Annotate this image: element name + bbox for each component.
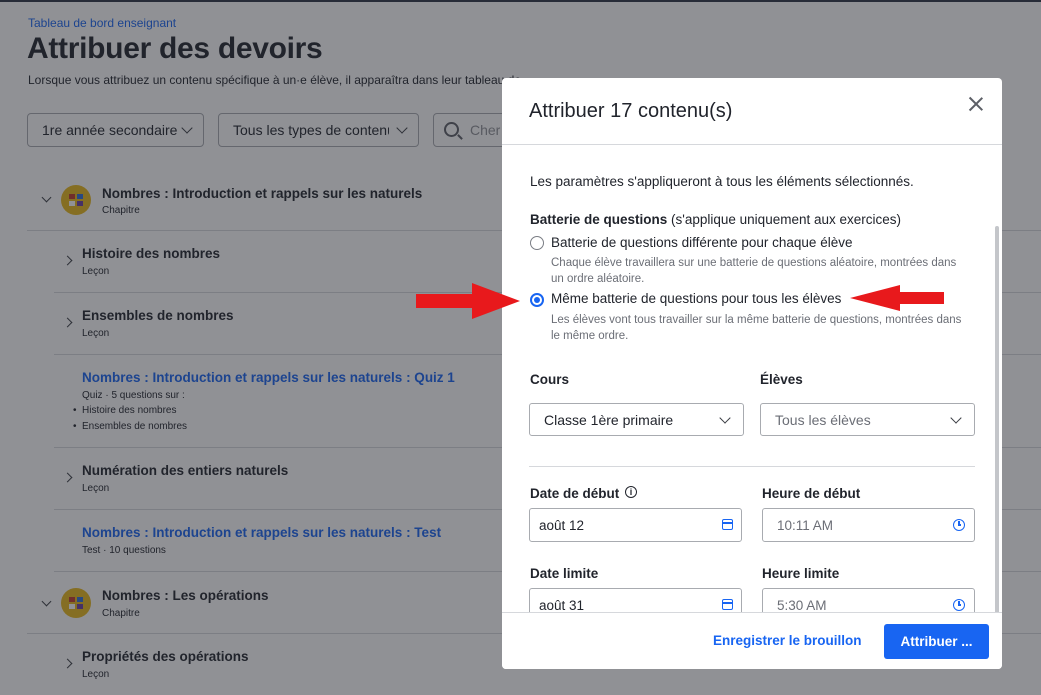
- start-time-label: Heure de début: [762, 486, 861, 501]
- clock-icon[interactable]: [953, 599, 965, 611]
- close-icon[interactable]: [966, 94, 986, 114]
- assign-button[interactable]: Attribuer ...: [884, 624, 989, 659]
- due-date-input[interactable]: août 31: [529, 588, 742, 612]
- question-bank-label: Batterie de questions: [530, 212, 668, 227]
- modal-header: Attribuer 17 contenu(s): [502, 78, 1002, 145]
- question-bank-heading: Batterie de questions (s'applique unique…: [530, 212, 901, 227]
- start-date-label: Date de début: [530, 486, 620, 501]
- start-date-input[interactable]: août 12: [529, 508, 742, 542]
- due-time-label: Heure limite: [762, 566, 840, 581]
- modal-title: Attribuer 17 contenu(s): [529, 100, 733, 122]
- red-arrow-annotation: [850, 285, 944, 311]
- due-date-value: août 31: [539, 597, 585, 613]
- due-time-value: 5:30 AM: [777, 597, 827, 613]
- students-value: Tous les élèves: [775, 411, 871, 428]
- red-arrow-annotation: [416, 283, 520, 319]
- clock-icon[interactable]: [953, 519, 965, 531]
- radio-same-bank-description: Les élèves vont tous travailler sur la m…: [551, 314, 962, 342]
- info-icon[interactable]: i: [625, 486, 637, 498]
- calendar-icon[interactable]: [722, 599, 733, 610]
- radio-different-bank-label[interactable]: Batterie de questions différente pour ch…: [551, 235, 852, 250]
- due-date-label: Date limite: [530, 566, 599, 581]
- course-label: Cours: [530, 372, 570, 387]
- radio-different-bank[interactable]: [530, 236, 544, 250]
- radio-same-bank-label[interactable]: Même batterie de questions pour tous les…: [551, 291, 841, 306]
- chevron-down-icon: [950, 412, 962, 424]
- scrollbar[interactable]: [995, 226, 999, 612]
- modal-intro: Les paramètres s'appliqueront à tous les…: [530, 174, 914, 189]
- calendar-icon[interactable]: [722, 519, 733, 530]
- radio-different-bank-description: Chaque élève travaillera sur une batteri…: [551, 257, 957, 285]
- modal-body: Les paramètres s'appliqueront à tous les…: [502, 146, 1002, 612]
- modal-footer: Enregistrer le brouillon Attribuer ...: [502, 612, 1002, 669]
- students-label: Élèves: [760, 372, 803, 387]
- start-time-input[interactable]: 10:11 AM: [762, 508, 975, 542]
- assign-modal: Attribuer 17 contenu(s) Les paramètres s…: [502, 78, 1002, 669]
- course-value: Classe 1ère primaire: [544, 411, 674, 428]
- section-divider: [529, 466, 975, 467]
- course-select[interactable]: Classe 1ère primaire: [529, 403, 744, 436]
- students-select[interactable]: Tous les élèves: [760, 403, 975, 436]
- start-date-value: août 12: [539, 517, 585, 533]
- save-draft-button[interactable]: Enregistrer le brouillon: [713, 633, 862, 648]
- start-time-value: 10:11 AM: [777, 517, 834, 533]
- due-time-input[interactable]: 5:30 AM: [762, 588, 975, 612]
- chevron-down-icon: [719, 412, 731, 424]
- question-bank-note: (s'applique uniquement aux exercices): [671, 212, 902, 227]
- radio-same-bank[interactable]: [530, 293, 544, 307]
